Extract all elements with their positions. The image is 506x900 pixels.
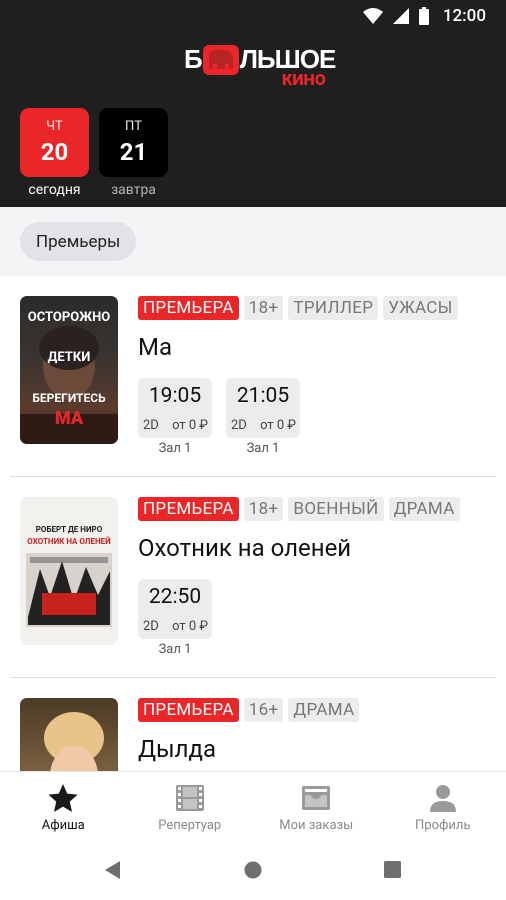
premiere-badge: ПРЕМЬЕРА [138,497,239,521]
movie-poster[interactable]: ОСТОРОЖНО ДЕТКИ БЕРЕГИТЕСЬ МА [20,296,118,444]
date-card[interactable]: ЧТ 20 [20,108,89,177]
session-box[interactable]: 22:50 2D от 0 ₽ [138,579,212,639]
age-rating-badge: 16+ [243,698,284,722]
session-time: 21:05 [236,384,290,408]
date-card[interactable]: ПТ 21 [99,108,168,177]
session-hall: Зал 1 [246,441,280,456]
movie-poster[interactable]: РОБЕРТ ДЕ НИРО ОХОТНИК НА ОЛЕНЕЙ [20,497,118,645]
star-icon [48,784,78,812]
poster-text: БЕРЕГИТЕСЬ [32,391,106,405]
movie-title[interactable]: Дылда [138,735,216,763]
movie-tags: ПРЕМЬЕРА 16+ ДРАМА [138,698,360,722]
nav-item-orders[interactable]: Мои заказы [253,772,380,841]
nav-label: Профиль [415,818,471,833]
header: 12:00 Б ЛЬШОЕ КИНО ЧТ 20 сегодня ПТ 21 з… [0,0,506,207]
movie-title[interactable]: Ма [138,333,172,361]
date-day: 21 [119,137,148,166]
system-navigation-bar [0,841,506,900]
session-price: от 0 ₽ [172,418,208,433]
movie-card-ma[interactable]: ОСТОРОЖНО ДЕТКИ БЕРЕГИТЕСЬ МА ПРЕМЬЕРА 1… [0,276,506,476]
session-slot[interactable]: 19:05 2D от 0 ₽ Зал 1 [138,378,212,456]
app-screen: 12:00 Б ЛЬШОЕ КИНО ЧТ 20 сегодня ПТ 21 з… [0,0,506,900]
poster-text: ДЕТКИ [47,350,91,365]
genre-badge: ДРАМА [288,698,360,722]
nav-item-afisha[interactable]: Афиша [0,772,127,841]
movie-list[interactable]: ОСТОРОЖНО ДЕТКИ БЕРЕГИТЕСЬ МА ПРЕМЬЕРА 1… [0,276,506,771]
nav-label: Репертуар [158,818,222,833]
movie-title[interactable]: Охотник на оленей [138,534,351,562]
age-rating-badge: 18+ [243,497,284,521]
nav-item-profile[interactable]: Профиль [380,772,506,841]
bottom-navigation: Афиша Репертуар Мои заказы Профиль [0,771,506,841]
premiere-badge: ПРЕМЬЕРА [138,698,239,722]
nav-label: Мои заказы [279,818,354,833]
genre-badge: УЖАСЫ [383,296,458,320]
session-price: от 0 ₽ [260,418,296,433]
premiere-badge: ПРЕМЬЕРА [138,296,239,320]
nav-item-repertoire[interactable]: Репертуар [127,772,254,841]
date-item-today[interactable]: ЧТ 20 сегодня [20,108,89,198]
session-hall: Зал 1 [158,441,192,456]
back-icon[interactable] [104,861,122,879]
nav-label: Афиша [41,818,85,833]
poster-art [26,553,112,627]
movie-tags: ПРЕМЬЕРА 18+ ВОЕННЫЙ ДРАМА [138,497,460,521]
session-format: 2D [143,418,159,433]
battery-icon [418,7,429,25]
logo-subtitle-text: КИНО [282,70,326,89]
genre-badge: ВОЕННЫЙ [288,497,384,521]
movie-card-dylda[interactable]: ПРЕМЬЕРА 16+ ДРАМА Дылда [0,678,506,771]
recents-icon[interactable] [384,861,401,878]
date-item-tomorrow[interactable]: ПТ 21 завтра [99,108,168,198]
date-day: 20 [40,137,69,166]
session-box[interactable]: 19:05 2D от 0 ₽ [138,378,212,438]
logo-subtitle: КИНО [282,70,326,89]
poster-art [44,712,104,771]
wifi-icon [362,8,383,24]
genre-badge: ДРАМА [388,497,460,521]
genre-badge: ТРИЛЛЕР [288,296,379,320]
person-icon [429,785,456,812]
session-slot[interactable]: 21:05 2D от 0 ₽ Зал 1 [226,378,300,456]
logo-text-left: Б [184,44,203,74]
status-time: 12:00 [442,6,486,26]
session-list: 22:50 2D от 0 ₽ Зал 1 [138,579,212,657]
session-price: от 0 ₽ [172,619,208,634]
poster-text: ОХОТНИК НА ОЛЕНЕЙ [27,537,111,546]
age-rating-badge: 18+ [243,296,284,320]
status-bar: 12:00 [0,0,506,32]
session-hall: Зал 1 [158,642,192,657]
session-time: 22:50 [148,585,202,609]
filter-bar: Премьеры [0,207,506,276]
date-weekday: ПТ [124,118,143,134]
inbox-icon [302,786,331,810]
movie-tags: ПРЕМЬЕРА 18+ ТРИЛЛЕР УЖАСЫ [138,296,458,320]
session-slot[interactable]: 22:50 2D от 0 ₽ Зал 1 [138,579,212,657]
film-icon [175,785,204,811]
logo[interactable]: Б ЛЬШОЕ КИНО [184,44,336,90]
poster-text: РОБЕРТ ДЕ НИРО [35,525,103,534]
poster-text: ОСТОРОЖНО [27,310,111,325]
filter-chip-premieres[interactable]: Премьеры [20,222,137,261]
session-box[interactable]: 21:05 2D от 0 ₽ [226,378,300,438]
session-time: 19:05 [148,384,202,408]
date-weekday: ЧТ [46,118,63,134]
date-label: сегодня [28,182,81,198]
date-selector: ЧТ 20 сегодня ПТ 21 завтра [20,108,168,198]
movie-card-deer-hunter[interactable]: РОБЕРТ ДЕ НИРО ОХОТНИК НА ОЛЕНЕЙ ПРЕМЬЕР… [0,477,506,677]
session-format: 2D [231,418,247,433]
session-format: 2D [143,619,159,634]
session-list: 19:05 2D от 0 ₽ Зал 1 21:05 2D от 0 ₽ За… [138,378,300,456]
signal-icon [392,8,409,24]
home-icon[interactable] [244,861,262,879]
elephant-logo-icon [202,44,239,75]
movie-poster[interactable] [20,698,118,771]
date-label: завтра [111,182,156,198]
poster-text: МА [54,408,84,429]
